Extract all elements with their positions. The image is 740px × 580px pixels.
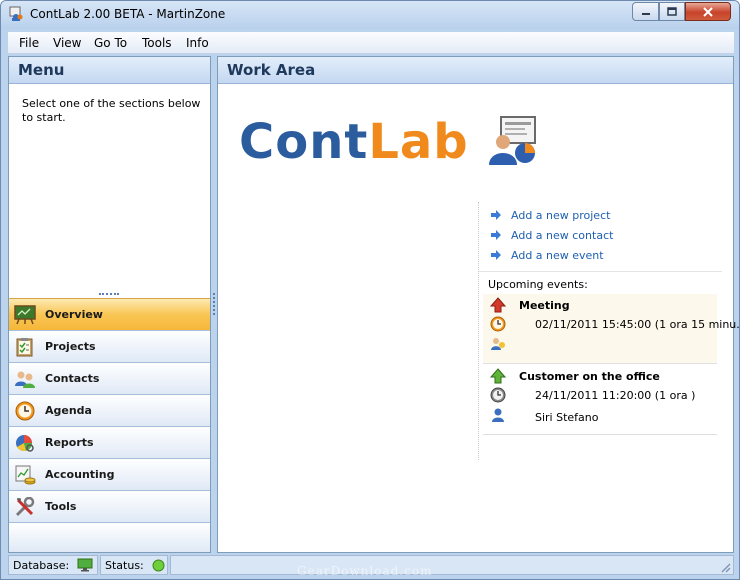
quick-actions-area: Add a new project Add a new contact Add … [478, 202, 739, 460]
maximize-button[interactable] [659, 2, 685, 21]
clock-icon [490, 316, 506, 332]
nav-item-overview[interactable]: Overview [9, 298, 210, 330]
nav-label-agenda: Agenda [45, 404, 92, 417]
priority-up-red-icon [490, 297, 506, 313]
logo-part-lab: Lab [368, 114, 469, 170]
person-icon [492, 408, 504, 422]
logo-part-cont: Cont [239, 114, 369, 170]
minimize-icon [641, 12, 650, 15]
watermark-text: GearDownload.com [297, 564, 433, 578]
menu-info[interactable]: Info [186, 36, 209, 50]
event-card[interactable]: Meeting 02/11/2011 15:45:00 (1 ora 15 mi… [483, 294, 739, 364]
close-icon [703, 6, 713, 17]
event-card[interactable]: Customer on the office 24/11/2011 11:20:… [483, 365, 717, 435]
database-status: Database: [8, 555, 98, 575]
add-event-link[interactable]: Add a new event [491, 248, 604, 262]
navigation-list: Overview Projects Contacts Agenda Report… [9, 298, 210, 552]
title-bar[interactable]: ContLab 2.00 BETA - MartinZone [1, 1, 739, 29]
contlab-logo: ContLab [239, 114, 469, 170]
pie-chart-icon [16, 435, 34, 452]
vertical-splitter[interactable] [212, 56, 216, 553]
event-divider [483, 434, 717, 435]
nav-empty-slot [9, 522, 210, 552]
clipboard-icon [16, 338, 33, 357]
arrow-right-icon [491, 210, 501, 220]
connection-status: Status: [100, 555, 168, 575]
event-title: Meeting [519, 299, 570, 312]
event-person: Siri Stefano [535, 411, 599, 424]
add-project-link[interactable]: Add a new project [491, 208, 610, 222]
maximize-icon [667, 7, 677, 16]
app-window: ContLab 2.00 BETA - MartinZone File View… [0, 0, 740, 580]
nav-item-contacts[interactable]: Contacts [9, 362, 210, 394]
menu-description: Select one of the sections below to star… [22, 97, 201, 124]
accounting-icon [15, 465, 36, 485]
menu-panel: Menu Select one of the sections below to… [8, 56, 211, 553]
contacts-icon [491, 338, 505, 350]
work-area-panel: Work Area ContLab Add a new project Add … [217, 56, 739, 553]
contlab-logo-icon [489, 116, 536, 165]
work-area-title: Work Area [218, 57, 733, 84]
nav-item-tools[interactable]: Tools [9, 490, 210, 522]
menu-panel-title: Menu [9, 57, 210, 84]
nav-item-agenda[interactable]: Agenda [9, 394, 210, 426]
nav-label-overview: Overview [45, 308, 103, 321]
nav-item-accounting[interactable]: Accounting [9, 458, 210, 490]
nav-label-tools: Tools [45, 500, 77, 513]
add-project-label: Add a new project [511, 208, 611, 222]
add-contact-label: Add a new contact [511, 228, 614, 242]
menu-tools[interactable]: Tools [142, 36, 172, 50]
status-spacer [170, 555, 734, 575]
clock-icon [15, 401, 35, 421]
status-green-dot-icon [152, 559, 165, 571]
monitor-icon [77, 558, 93, 572]
add-contact-link[interactable]: Add a new contact [491, 228, 613, 242]
nav-item-projects[interactable]: Projects [9, 330, 210, 362]
event-time: 24/11/2011 11:20:00 (1 ora ) [535, 389, 696, 402]
event-divider [483, 363, 717, 364]
tools-icon [15, 497, 35, 517]
arrow-right-icon [491, 250, 501, 260]
upcoming-events-title: Upcoming events: [488, 278, 588, 291]
menu-file[interactable]: File [19, 36, 39, 50]
overview-icon [14, 305, 36, 325]
menu-bar: File View Go To Tools Info [8, 32, 734, 54]
app-icon [9, 6, 23, 21]
priority-up-green-icon [490, 368, 506, 384]
minimize-button[interactable] [632, 2, 659, 21]
close-button[interactable] [685, 2, 731, 21]
nav-label-projects: Projects [45, 340, 96, 353]
nav-label-reports: Reports [45, 436, 94, 449]
event-time: 02/11/2011 15:45:00 (1 ora 15 minu... [535, 318, 740, 331]
vertical-splitter-grip[interactable] [213, 293, 215, 315]
panel-splitter-grip[interactable] [99, 293, 119, 296]
resize-grip-icon[interactable] [719, 561, 731, 573]
events-separator [479, 271, 722, 272]
contacts-icon [15, 371, 35, 388]
database-label: Database: [13, 558, 70, 572]
clock-icon [490, 387, 506, 403]
menu-view[interactable]: View [53, 36, 81, 50]
add-event-label: Add a new event [511, 248, 604, 262]
nav-label-contacts: Contacts [45, 372, 100, 385]
nav-item-reports[interactable]: Reports [9, 426, 210, 458]
window-title: ContLab 2.00 BETA - MartinZone [30, 7, 226, 21]
arrow-right-icon [491, 230, 501, 240]
event-title: Customer on the office [519, 370, 660, 383]
nav-label-accounting: Accounting [45, 468, 115, 481]
status-label: Status: [105, 558, 144, 572]
menu-go-to[interactable]: Go To [94, 36, 127, 50]
